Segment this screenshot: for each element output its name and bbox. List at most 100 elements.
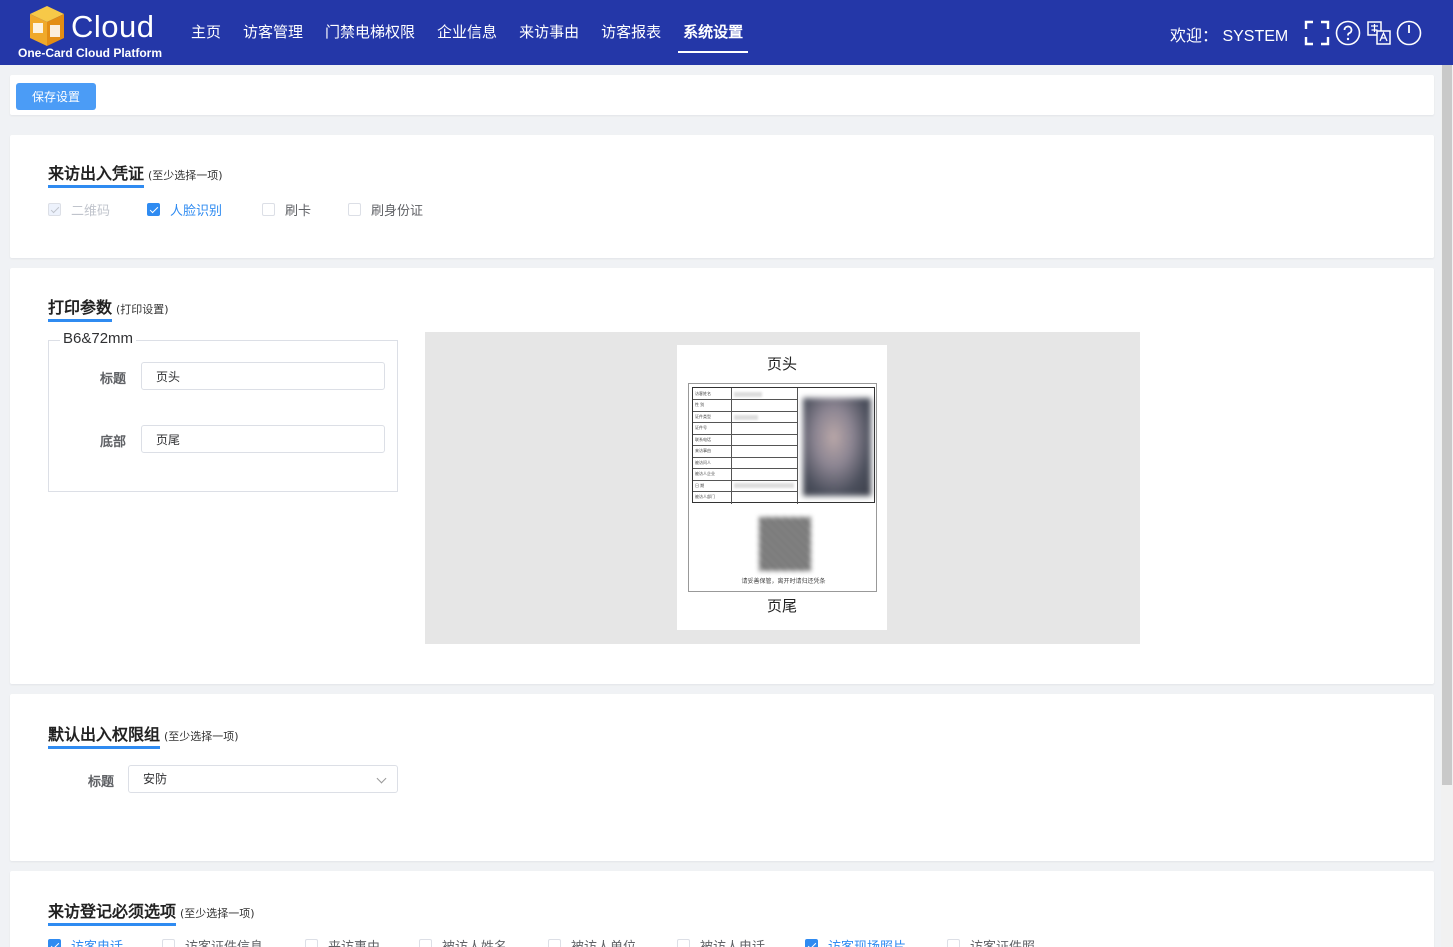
language-icon[interactable]	[1366, 20, 1392, 46]
logo-cube-icon	[30, 6, 64, 46]
checkbox-box[interactable]	[262, 203, 275, 216]
help-icon[interactable]	[1335, 20, 1361, 46]
footer-text-input[interactable]	[141, 425, 385, 453]
power-icon[interactable]	[1396, 20, 1422, 46]
checkbox-visitor-id-photo[interactable]: 访客证件照	[947, 936, 1057, 947]
access-group-title: 默认出入权限组	[48, 721, 161, 749]
checkbox-box[interactable]	[548, 939, 561, 947]
required-fields-title: 来访登记必须选项	[48, 898, 177, 926]
paper-size-legend: B6&72mm	[60, 330, 137, 347]
credentials-section-title: 来访出入凭证 (至少选择一项)	[48, 160, 223, 188]
logo[interactable]: Cloud One-Card Cloud Platform	[18, 5, 178, 61]
nav-item-system-settings[interactable]: 系统设置	[672, 0, 754, 65]
ticket-row-label: 被访人部门	[695, 494, 715, 499]
visitor-photo-placeholder	[803, 398, 871, 496]
ticket-row-label: 日 期	[695, 483, 705, 488]
checkbox-host-phone[interactable]: 被访人电话	[677, 936, 805, 947]
checkbox-label: 刷卡	[285, 204, 312, 219]
ticket-row-label: 证件类型	[695, 414, 711, 419]
checkbox-box[interactable]	[677, 939, 690, 947]
chevron-down-icon	[376, 773, 387, 784]
ticket-row-label: 访客姓名	[695, 391, 711, 396]
checkbox-visitor-id-info[interactable]: 访客证件信息	[162, 936, 305, 947]
required-fields-options: 访客电话 访客证件信息 来访事由 被访人姓名 被访人单位 被访人电话 访客现场照…	[48, 936, 1057, 947]
nav-item-company-info[interactable]: 企业信息	[426, 0, 508, 65]
ticket-row-label: 来访事由	[695, 448, 711, 453]
footer-field-label: 底部	[100, 435, 127, 450]
page-scrollbar[interactable]	[1441, 65, 1453, 947]
access-group-label: 标题	[88, 775, 115, 790]
checkbox-label: 来访事由	[328, 936, 380, 947]
main-nav: 主页 访客管理 门禁电梯权限 企业信息 来访事由 访客报表 系统设置	[180, 0, 754, 65]
ticket-info-table: 访客姓名 性 别 证件类型 证件号 联系电话 来访事由 被访问人 被访人企业 日…	[692, 387, 875, 504]
credentials-subtitle: (至少选择一项)	[148, 169, 223, 182]
checkbox-label: 刷身份证	[371, 204, 424, 219]
ticket-row-label: 证件号	[695, 425, 707, 430]
checkbox-label: 访客证件照	[970, 936, 1035, 947]
print-settings-card: 打印参数(打印设置) B6&72mm 标题 底部 页头	[10, 268, 1434, 684]
visitor-ticket: 访客姓名 性 别 证件类型 证件号 联系电话 来访事由 被访问人 被访人企业 日…	[688, 383, 877, 592]
nav-item-access-elevator[interactable]: 门禁电梯权限	[314, 0, 426, 65]
ticket-row-label: 被访人企业	[695, 471, 715, 476]
save-settings-button[interactable]: 保存设置	[16, 83, 96, 110]
preview-footer-text: 页尾	[766, 597, 797, 615]
nav-item-visitor-reports[interactable]: 访客报表	[590, 0, 672, 65]
checkbox-label: 人脸识别	[170, 204, 223, 219]
nav-item-visit-reasons[interactable]: 来访事由	[508, 0, 590, 65]
checkbox-label: 访客现场照片	[828, 936, 906, 947]
checkbox-label: 访客电话	[71, 936, 123, 947]
header-text-input[interactable]	[141, 362, 385, 390]
checkbox-visit-reason[interactable]: 来访事由	[305, 936, 419, 947]
access-group-card: 默认出入权限组 (至少选择一项) 标题 安防	[10, 694, 1434, 861]
credentials-title: 来访出入凭证	[48, 160, 145, 188]
ticket-row-label: 联系电话	[695, 437, 711, 442]
access-group-select[interactable]: 安防	[128, 765, 398, 793]
print-section-title: 打印参数 (打印设置)	[48, 294, 169, 322]
print-preview-area: 页头 访客姓名 性 别 证件类型 证件号 联系电话 来访事由 被访问人 被访人企…	[425, 332, 1140, 644]
ticket-row-label: 性 别	[695, 402, 705, 407]
checkbox-box[interactable]	[305, 939, 318, 947]
nav-item-home[interactable]: 主页	[180, 0, 232, 65]
credentials-card: 来访出入凭证 (至少选择一项) 二维码 人脸识别 刷卡 刷身份证	[10, 135, 1434, 258]
checkbox-label: 被访人单位	[571, 936, 636, 947]
checkbox-face-recognition[interactable]: 人脸识别	[147, 200, 262, 219]
checkbox-box[interactable]	[48, 203, 61, 216]
checkbox-box[interactable]	[348, 203, 361, 216]
print-subtitle: (打印设置)	[116, 303, 169, 316]
checkbox-id-card[interactable]: 刷身份证	[348, 200, 448, 219]
checkbox-label: 访客证件信息	[185, 936, 263, 947]
access-group-selected-value: 安防	[143, 772, 168, 786]
nav-item-visitor-management[interactable]: 访客管理	[232, 0, 314, 65]
toolbar-card: 保存设置	[10, 75, 1434, 115]
ticket-row-label: 被访问人	[695, 460, 711, 465]
required-fields-subtitle: (至少选择一项)	[180, 907, 255, 920]
required-fields-section-title: 来访登记必须选项 (至少选择一项)	[48, 898, 255, 926]
checkbox-host-company[interactable]: 被访人单位	[548, 936, 677, 947]
checkbox-box[interactable]	[947, 939, 960, 947]
checkbox-visitor-phone[interactable]: 访客电话	[48, 936, 162, 947]
ticket-note: 请妥善保管，离开时请归还凭条	[741, 578, 826, 585]
checkbox-card-swipe[interactable]: 刷卡	[262, 200, 348, 219]
header-field-label: 标题	[100, 372, 127, 387]
checkbox-label: 被访人电话	[700, 936, 765, 947]
preview-header-text: 页头	[766, 355, 797, 373]
scrollbar-thumb[interactable]	[1442, 65, 1452, 785]
credentials-options: 二维码 人脸识别 刷卡 刷身份证	[48, 200, 448, 219]
checkbox-box[interactable]	[48, 939, 61, 947]
checkbox-box[interactable]	[419, 939, 432, 947]
checkbox-visitor-onsite-photo[interactable]: 访客现场照片	[805, 936, 947, 947]
checkbox-box[interactable]	[805, 939, 818, 947]
checkbox-label: 被访人姓名	[442, 936, 507, 947]
required-fields-card: 来访登记必须选项(至少选择一项) 访客电话 访客证件信息 来访事由 被访人姓名 …	[10, 871, 1434, 947]
checkbox-qrcode[interactable]: 二维码	[48, 200, 147, 219]
fullscreen-icon[interactable]	[1304, 20, 1330, 46]
checkbox-host-name[interactable]: 被访人姓名	[419, 936, 548, 947]
checkbox-box[interactable]	[162, 939, 175, 947]
welcome-text: 欢迎： SYSTEM	[1170, 28, 1289, 45]
access-group-section-title: 默认出入权限组 (至少选择一项)	[48, 721, 239, 749]
checkbox-box[interactable]	[147, 203, 160, 216]
access-group-subtitle: (至少选择一项)	[164, 730, 239, 743]
top-header: Cloud One-Card Cloud Platform 主页 访客管理 门禁…	[0, 0, 1453, 65]
print-title: 打印参数	[48, 294, 113, 322]
logo-text: Cloud	[71, 9, 155, 44]
